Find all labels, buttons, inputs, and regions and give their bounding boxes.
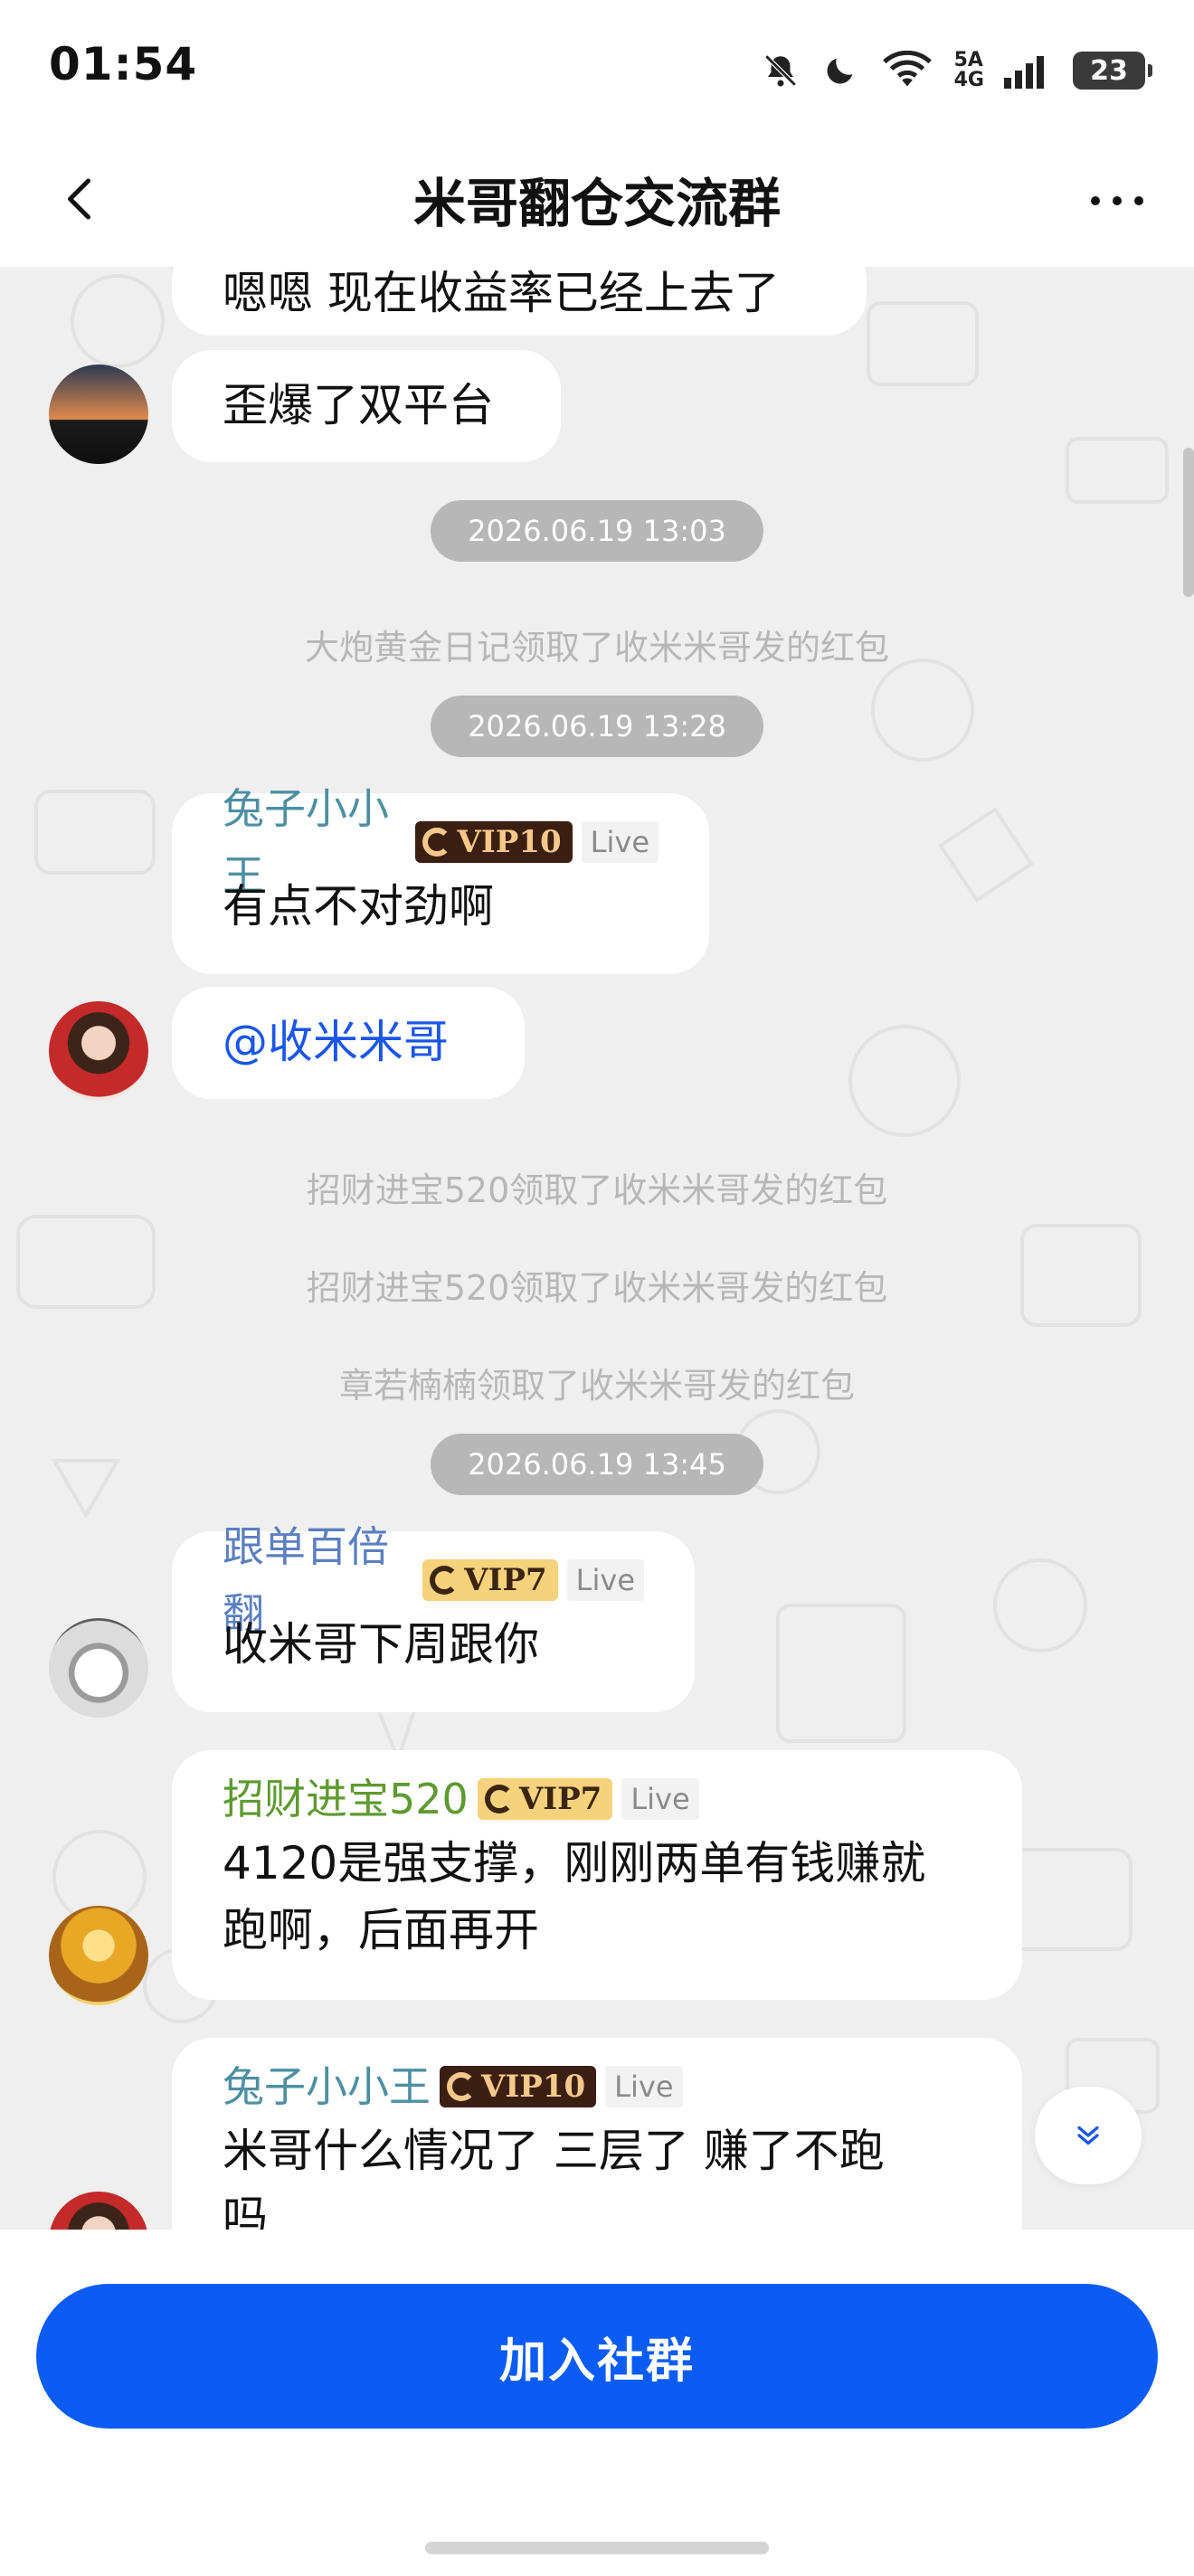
message-text: 吗 xyxy=(223,2192,268,2230)
double-chevron-down-icon xyxy=(1077,2126,1099,2145)
live-tag: Live xyxy=(605,2066,683,2107)
message-text: 嗯嗯 现在收益率已经上去了 xyxy=(223,267,780,319)
system-message: 招财进宝520领取了收米米哥发的红包 xyxy=(306,1170,888,1210)
vip-icon xyxy=(447,2072,476,2101)
live-tag: Live xyxy=(566,1559,644,1601)
system-message: 大炮黄金日记领取了收米米哥发的红包 xyxy=(304,628,889,668)
message-text: 跑啊，后面再开 xyxy=(223,1904,539,1956)
avatar[interactable] xyxy=(49,1906,148,2005)
timestamp: 2026.06.19 13:03 xyxy=(431,500,763,562)
timestamp: 2026.06.19 13:45 xyxy=(431,1434,763,1495)
more-dot-icon xyxy=(1091,196,1100,205)
chat-header: 米哥翻仓交流群 xyxy=(0,136,1194,267)
join-group-button[interactable]: 加入社群 xyxy=(36,2284,1158,2429)
status-icons: 5A 4G 23 xyxy=(761,45,1152,96)
wifi-icon xyxy=(880,51,934,90)
timestamp: 2026.06.19 13:28 xyxy=(431,696,763,757)
bell-off-icon xyxy=(761,51,801,90)
avatar[interactable] xyxy=(49,1618,148,1718)
vip-badge: VIP7 xyxy=(422,1559,558,1601)
live-tag: Live xyxy=(621,1778,699,1820)
message-text: 4120是强支撑，刚刚两单有钱赚就 xyxy=(223,1837,926,1889)
message-text: 歪爆了双平台 xyxy=(223,379,494,431)
vip-badge: VIP10 xyxy=(440,2066,597,2107)
vip-icon xyxy=(430,1566,460,1595)
vip-icon xyxy=(484,1785,514,1814)
status-time: 01:54 xyxy=(49,38,198,90)
vip-icon xyxy=(422,828,452,857)
moon-icon xyxy=(820,51,860,90)
message-bubble[interactable]: 兔子小小王 VIP10 Live 有点不对劲啊 xyxy=(172,784,709,974)
sender-line: 招财进宝520 VIP7 Live xyxy=(223,1772,971,1826)
message-bubble[interactable]: 兔子小小王 VIP10 Live 米哥什么情况了 三层了 赚了不跑 吗 xyxy=(172,2038,1022,2230)
message-bubble[interactable]: 跟单百倍翻 VIP7 Live 收米哥下周跟你 xyxy=(172,1522,695,1712)
message-bubble[interactable]: 招财进宝520 VIP7 Live 4120是强支撑，刚刚两单有钱赚就 跑啊，后… xyxy=(172,1750,1022,2000)
network-label: 5A 4G xyxy=(953,49,984,91)
message-bubble[interactable]: 嗯嗯 现在收益率已经上去了 xyxy=(172,267,867,336)
system-message: 招财进宝520领取了收米米哥发的红包 xyxy=(306,1268,888,1308)
vip-badge: VIP7 xyxy=(477,1778,613,1820)
status-bar: 01:54 5A 4G 23 xyxy=(0,0,1194,136)
sender-line: 兔子小小王 VIP10 Live xyxy=(223,2060,971,2114)
more-options-button[interactable] xyxy=(1076,174,1158,228)
scrollbar-thumb[interactable] xyxy=(1183,448,1194,597)
sender-name[interactable]: 兔子小小王 xyxy=(223,2053,431,2120)
sender-line: 跟单百倍翻 VIP7 Live xyxy=(223,1522,644,1638)
avatar[interactable] xyxy=(49,1001,148,1101)
sender-line: 兔子小小王 VIP10 Live xyxy=(223,784,659,900)
sender-name[interactable]: 招财进宝520 xyxy=(223,1766,469,1833)
more-dot-icon xyxy=(1113,196,1122,205)
message-text: 收米哥下周跟你 xyxy=(223,1618,539,1671)
avatar[interactable] xyxy=(49,365,148,464)
home-indicator[interactable] xyxy=(425,2542,769,2554)
mention-link[interactable]: @收米米哥 xyxy=(223,1009,474,1075)
message-text: 有点不对劲啊 xyxy=(223,880,494,933)
signal-icon xyxy=(1004,51,1053,90)
live-tag: Live xyxy=(581,821,659,863)
message-bubble[interactable]: @收米米哥 xyxy=(172,987,525,1099)
more-dot-icon xyxy=(1134,196,1143,205)
message-bubble[interactable]: 歪爆了双平台 xyxy=(172,350,561,462)
scroll-to-bottom-button[interactable] xyxy=(1035,2087,1142,2184)
page-title: 米哥翻仓交流群 xyxy=(412,173,781,234)
battery-icon: 23 xyxy=(1073,52,1152,90)
vip-badge: VIP10 xyxy=(415,821,573,863)
message-text: 米哥什么情况了 三层了 赚了不跑 xyxy=(223,2125,885,2177)
chat-area[interactable]: 嗯嗯 现在收益率已经上去了 歪爆了双平台 2026.06.19 13:03 大炮… xyxy=(0,267,1194,2230)
system-message: 章若楠楠领取了收米米哥发的红包 xyxy=(338,1366,855,1406)
bottom-bar: 加入社群 xyxy=(0,2230,1194,2576)
